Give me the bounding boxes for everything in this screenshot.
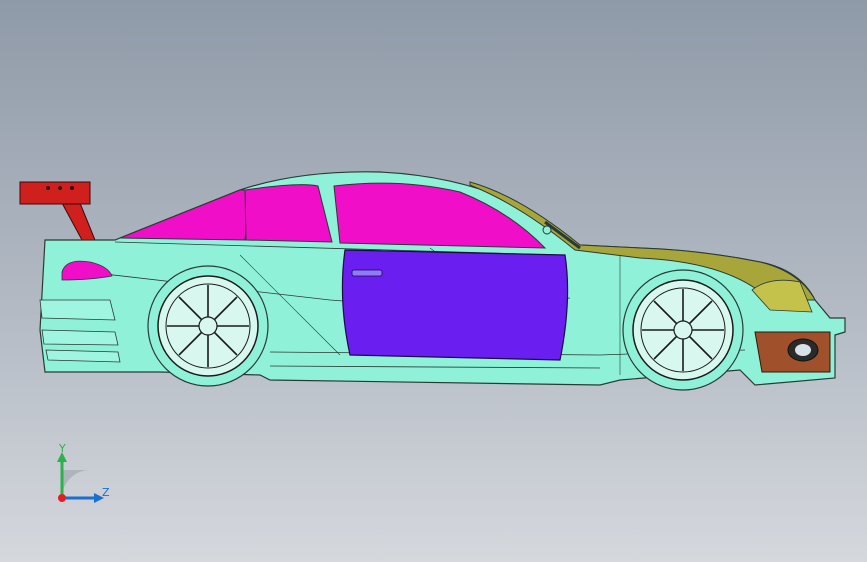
car-model[interactable] [0, 0, 867, 562]
cad-viewport[interactable]: Y Z [0, 0, 867, 562]
axis-triad-graphic [57, 452, 104, 503]
door[interactable] [341, 249, 569, 361]
rear-wheel[interactable] [147, 265, 269, 387]
front-wheel[interactable] [622, 269, 744, 391]
z-axis-label: Z [102, 486, 110, 499]
origin-marker [58, 494, 66, 502]
rear-wing[interactable] [19, 181, 96, 241]
axis-triad: Y Z [40, 438, 120, 518]
y-axis-label: Y [59, 442, 66, 455]
front-bumper[interactable] [754, 331, 831, 373]
